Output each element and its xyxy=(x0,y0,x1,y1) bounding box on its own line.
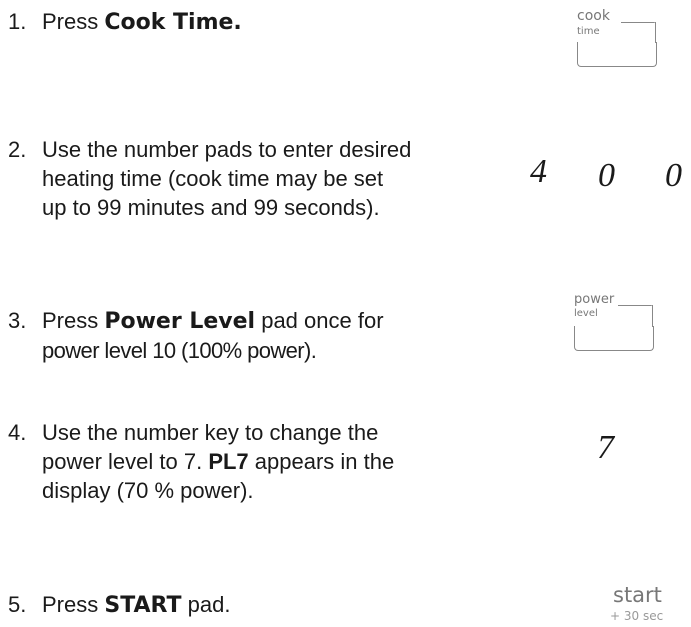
pad-outline xyxy=(574,326,654,351)
pad-outline xyxy=(577,42,657,67)
display-code: PL7 xyxy=(208,449,249,474)
start-pad[interactable]: start xyxy=(613,583,662,607)
step-text: Use the number key to change the power l… xyxy=(42,420,395,503)
step-text: Press Cook Time. xyxy=(42,9,242,35)
step-text: Press Power Level pad once for power lev… xyxy=(42,308,384,363)
digit-pad[interactable]: 0 xyxy=(665,157,682,195)
key-name: START xyxy=(104,593,182,618)
digit-pad[interactable]: 7 xyxy=(597,429,614,467)
pad-sublabel: time xyxy=(577,26,600,37)
pad-outline xyxy=(618,305,652,306)
key-name: Cook Time. xyxy=(104,10,242,35)
pad-outline xyxy=(621,22,655,23)
step-number: 5. xyxy=(8,592,27,617)
pad-label: power xyxy=(574,292,615,307)
power-level-pad[interactable]: power level xyxy=(574,292,654,352)
step-number: 4. xyxy=(8,420,27,445)
step-number: 2. xyxy=(8,137,27,162)
digit-pad[interactable]: 0 xyxy=(598,157,615,195)
pad-outline xyxy=(652,305,653,327)
digit-pad[interactable]: 4 xyxy=(530,153,547,191)
key-name: Power Level xyxy=(104,309,256,334)
start-sublabel: + 30 sec xyxy=(610,609,664,623)
step-number: 1. xyxy=(8,9,27,34)
pad-label: cook xyxy=(577,8,610,24)
step-text: Press START pad. xyxy=(42,592,231,618)
step-number: 3. xyxy=(8,308,27,333)
cook-time-pad[interactable]: cook time xyxy=(577,8,657,68)
pad-outline xyxy=(655,22,656,43)
step-text: Use the number pads to enter desired hea… xyxy=(42,137,412,220)
pad-sublabel: level xyxy=(574,308,598,319)
